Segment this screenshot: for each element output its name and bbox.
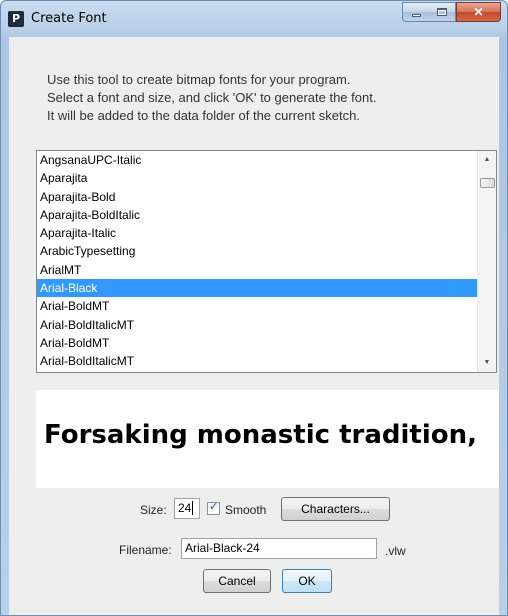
size-value: 24 bbox=[178, 501, 192, 515]
instruction-line: Select a font and size, and click 'OK' t… bbox=[47, 90, 377, 105]
instruction-line: Use this tool to create bitmap fonts for… bbox=[47, 72, 351, 87]
close-button[interactable]: ✕ bbox=[456, 2, 501, 22]
filename-input[interactable]: Arial-Black-24 bbox=[181, 538, 377, 559]
smooth-label: Smooth bbox=[225, 503, 267, 517]
font-list-item[interactable]: Arial-BoldItalicMT bbox=[37, 316, 478, 334]
cancel-button[interactable]: Cancel bbox=[203, 569, 271, 593]
scroll-thumb[interactable] bbox=[480, 178, 495, 188]
instruction-line: It will be added to the data folder of t… bbox=[47, 108, 360, 123]
preview-sample-text: Forsaking monastic tradition, bbox=[44, 420, 477, 450]
scroll-down-arrow-icon[interactable]: ▼ bbox=[478, 354, 496, 372]
window-title: Create Font bbox=[31, 11, 107, 26]
font-list-item[interactable]: Aparajita bbox=[37, 169, 478, 187]
close-icon: ✕ bbox=[473, 5, 484, 19]
font-list[interactable]: AngsanaUPC-Italic Aparajita Aparajita-Bo… bbox=[36, 150, 497, 373]
font-list-item[interactable]: ArabicTypesetting bbox=[37, 242, 478, 260]
filename-label: Filename: bbox=[119, 543, 172, 557]
scroll-up-arrow-icon[interactable]: ▲ bbox=[478, 151, 496, 169]
font-list-item[interactable]: Aparajita-Bold bbox=[37, 188, 478, 206]
maximize-button[interactable] bbox=[429, 2, 456, 22]
size-label: Size: bbox=[140, 503, 167, 517]
title-bar[interactable]: P Create Font ✕ bbox=[1, 1, 507, 37]
minimize-button[interactable] bbox=[402, 2, 430, 22]
processing-app-icon: P bbox=[8, 11, 24, 27]
font-list-item[interactable]: ArialMT bbox=[37, 261, 478, 279]
font-list-item[interactable]: Arial-BoldItalicMT bbox=[37, 352, 478, 370]
font-list-item[interactable]: Arial-BoldMT bbox=[37, 334, 478, 352]
checkmark-icon: ✓ bbox=[209, 500, 219, 513]
font-list-item[interactable]: Arial-Black bbox=[37, 279, 478, 298]
font-list-item[interactable]: AngsanaUPC-Italic bbox=[37, 151, 478, 169]
maximize-icon bbox=[437, 8, 447, 16]
minimize-icon bbox=[412, 14, 421, 17]
font-list-item[interactable]: Aparajita-BoldItalic bbox=[37, 206, 478, 224]
create-font-window: P Create Font ✕ Use this tool to create … bbox=[0, 0, 508, 616]
font-list-item[interactable]: Arial-BoldMT bbox=[37, 297, 478, 315]
size-input[interactable]: 24 bbox=[174, 498, 200, 519]
smooth-checkbox[interactable]: ✓ bbox=[207, 500, 220, 515]
dialog-content: Use this tool to create bitmap fonts for… bbox=[9, 37, 499, 615]
ok-button[interactable]: OK bbox=[282, 569, 332, 593]
font-preview: Forsaking monastic tradition, bbox=[36, 390, 499, 488]
font-list-scrollbar[interactable]: ▲ ▼ bbox=[477, 151, 496, 372]
instructions-text: Use this tool to create bitmap fonts for… bbox=[47, 71, 487, 125]
characters-button[interactable]: Characters... bbox=[281, 497, 390, 521]
text-caret bbox=[192, 501, 194, 515]
font-list-items: AngsanaUPC-Italic Aparajita Aparajita-Bo… bbox=[37, 151, 478, 372]
font-list-item[interactable]: Aparajita-Italic bbox=[37, 224, 478, 242]
file-extension-label: .vlw bbox=[385, 544, 406, 558]
